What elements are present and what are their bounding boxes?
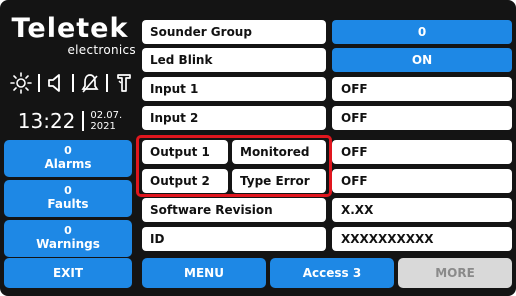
alarms-button[interactable]: 0 Alarms [4, 140, 132, 177]
speaker-icon [46, 72, 66, 94]
led-blink-label: Led Blink [142, 48, 326, 72]
warnings-button[interactable]: 0 Warnings [4, 220, 132, 257]
output-2-value[interactable]: OFF [332, 169, 512, 193]
faults-button[interactable]: 0 Faults [4, 180, 132, 217]
software-revision-label: Software Revision [142, 198, 326, 222]
brand-logo: Teletek electronics [4, 13, 136, 57]
led-blink-value[interactable]: ON [332, 48, 512, 72]
input-1-label: Input 1 [142, 77, 326, 101]
brand-tagline: electronics [67, 43, 136, 57]
sun-icon [10, 72, 32, 94]
clock-divider [82, 111, 85, 131]
clock-date-day-month: 02.07. [90, 110, 123, 121]
exit-button[interactable]: EXIT [4, 258, 132, 288]
warnings-label: Warnings [36, 237, 100, 251]
icon-separator [106, 74, 108, 92]
access-level-button[interactable]: Access 3 [270, 258, 394, 288]
id-label: ID [142, 227, 326, 251]
sounder-group-value[interactable]: 0 [332, 20, 512, 44]
faults-count: 0 [64, 184, 72, 197]
sounder-group-label: Sounder Group [142, 20, 326, 44]
alarms-label: Alarms [44, 157, 92, 171]
input-2-label: Input 2 [142, 106, 326, 130]
more-button[interactable]: MORE [398, 258, 512, 288]
input-2-value[interactable]: OFF [332, 106, 512, 130]
icon-separator [72, 74, 74, 92]
clock: 13:22 02.07. 2021 [4, 108, 136, 134]
icon-separator [38, 74, 40, 92]
status-icon-row [10, 72, 134, 94]
faults-label: Faults [47, 197, 89, 211]
clock-date: 02.07. 2021 [90, 110, 122, 132]
input-1-value[interactable]: OFF [332, 77, 512, 101]
sidebar: Teletek electronics 13:22 02.07. 2021 0 … [0, 0, 140, 296]
alarms-count: 0 [64, 144, 72, 157]
panel-screen: Teletek electronics 13:22 02.07. 2021 0 … [0, 0, 516, 296]
fire-icon [114, 72, 134, 94]
id-value: XXXXXXXXXX [332, 227, 512, 251]
clock-time: 13:22 [17, 109, 76, 133]
menu-button[interactable]: MENU [142, 258, 266, 288]
warnings-count: 0 [64, 224, 72, 237]
highlight-outline [136, 135, 332, 197]
output-1-value[interactable]: OFF [332, 140, 512, 164]
clock-date-year: 2021 [90, 121, 116, 132]
bell-off-icon [80, 72, 100, 94]
brand-name: Teletek [11, 13, 129, 44]
software-revision-value: X.XX [332, 198, 512, 222]
